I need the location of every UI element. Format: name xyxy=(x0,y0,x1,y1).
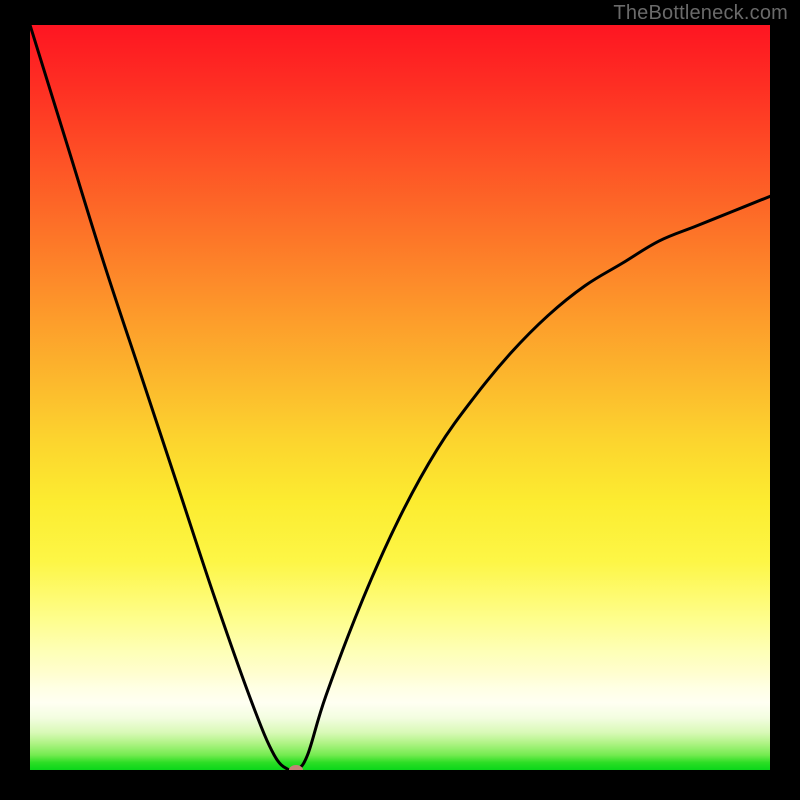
optimal-point-marker xyxy=(289,765,303,770)
gradient-background xyxy=(30,25,770,770)
plot-area xyxy=(30,25,770,770)
chart-frame: TheBottleneck.com xyxy=(0,0,800,800)
watermark-text: TheBottleneck.com xyxy=(613,2,788,25)
